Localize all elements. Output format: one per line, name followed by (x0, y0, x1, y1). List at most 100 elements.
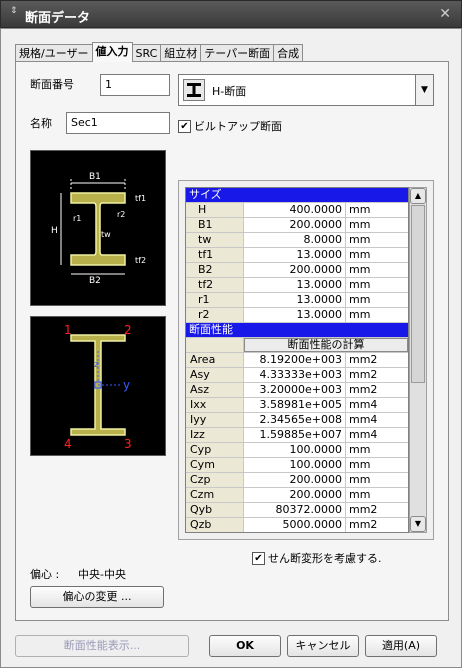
grip-icon[interactable]: ⇕ (10, 7, 20, 22)
dropdown-arrow-icon[interactable]: ▼ (415, 75, 433, 105)
table-row[interactable]: tf2 13.0000 mm (186, 278, 408, 293)
calc-row: 断面性能の計算 (186, 338, 408, 353)
name-label: 名称 (30, 117, 52, 130)
tab-composite[interactable]: 合成 (273, 44, 304, 62)
property-name: Asz (186, 383, 244, 397)
table-row[interactable]: r1 13.0000 mm (186, 293, 408, 308)
dim-b2-label: B2 (89, 276, 101, 286)
property-unit: mm (349, 233, 371, 246)
calc-properties-button[interactable]: 断面性能の計算 (244, 338, 408, 352)
table-row[interactable]: r2 13.0000 mm (186, 308, 408, 323)
dim-r1-label: r1 (73, 214, 81, 223)
dim-b1-label: B1 (89, 172, 101, 182)
built-up-check-icon: ✔ (178, 119, 191, 133)
table-row[interactable]: Cyp 100.0000 mm (186, 443, 408, 458)
property-value[interactable]: 1.59885e+007 (244, 428, 346, 442)
property-name: B1 (186, 218, 244, 232)
table-row[interactable]: Izz 1.59885e+007 mm4 (186, 428, 408, 443)
section-number-label: 断面番号 (30, 78, 74, 91)
dim-tw-label: tw (101, 230, 111, 239)
table-row[interactable]: Qyb 80372.0000 mm2 (186, 503, 408, 518)
dialog-body: 規格/ユーザー 値入力 SRC 組立材 テーパー断面 合成 断面番号 1 H-断… (0, 28, 462, 668)
tab-tapered[interactable]: テーパー断面 (200, 44, 275, 62)
tab-value-input[interactable]: 値入力 (91, 42, 133, 62)
dim-tf1-label: tf1 (135, 194, 146, 203)
property-value[interactable]: 400.0000 (244, 203, 346, 217)
table-row[interactable]: Qzb 5000.0000 mm2 (186, 518, 408, 532)
close-icon[interactable]: ✕ (439, 6, 451, 22)
property-name: Iyy (186, 413, 244, 427)
property-value[interactable]: 8.0000 (244, 233, 346, 247)
property-value[interactable]: 13.0000 (244, 308, 346, 322)
table-row[interactable]: B2 200.0000 mm (186, 263, 408, 278)
property-unit: mm (349, 248, 371, 261)
property-value[interactable]: 13.0000 (244, 278, 346, 292)
property-value[interactable]: 100.0000 (244, 458, 346, 472)
property-unit: mm (349, 308, 371, 321)
table-row[interactable]: B1 200.0000 mm (186, 218, 408, 233)
property-grid[interactable]: サイズ H 400.0000 mm B1 200.0000 mm tw 8.0000 mm tf1… (185, 187, 409, 533)
property-value[interactable]: 80372.0000 (244, 503, 346, 517)
change-eccentricity-button[interactable]: 偏心の変更 ... (30, 586, 164, 608)
property-name: r2 (186, 308, 244, 322)
property-value[interactable]: 100.0000 (244, 443, 346, 457)
axis-z-label: z (94, 360, 99, 370)
property-value[interactable]: 2.34565e+008 (244, 413, 346, 427)
property-value[interactable]: 13.0000 (244, 248, 346, 262)
property-unit: mm (349, 293, 371, 306)
property-name: tf1 (186, 248, 244, 262)
section-axes-diagram: z y 1 2 3 4 (30, 316, 166, 456)
table-row[interactable]: Iyy 2.34565e+008 mm4 (186, 413, 408, 428)
property-value[interactable]: 200.0000 (244, 263, 346, 277)
property-name: Area (186, 353, 244, 367)
table-row[interactable]: Area 8.19200e+003 mm2 (186, 353, 408, 368)
cancel-button[interactable]: キャンセル (287, 635, 359, 657)
tab-src[interactable]: SRC (131, 44, 162, 62)
property-value[interactable]: 4.33333e+003 (244, 368, 346, 382)
dim-r2-label: r2 (117, 210, 125, 219)
table-row[interactable]: H 400.0000 mm (186, 203, 408, 218)
property-value[interactable]: 8.19200e+003 (244, 353, 346, 367)
property-value[interactable]: 13.0000 (244, 293, 346, 307)
property-name: H (186, 203, 244, 217)
property-value[interactable]: 200.0000 (244, 488, 346, 502)
name-input[interactable]: Sec1 (66, 112, 170, 134)
props-section-header: 断面性能 (186, 323, 408, 338)
property-name: Czm (186, 488, 244, 502)
property-unit: mm (349, 458, 371, 471)
property-unit: mm2 (349, 368, 378, 381)
property-value[interactable]: 3.20000e+003 (244, 383, 346, 397)
table-row[interactable]: tw 8.0000 mm (186, 233, 408, 248)
table-row[interactable]: Cym 100.0000 mm (186, 458, 408, 473)
apply-button[interactable]: 適用(A) (365, 635, 437, 657)
property-unit: mm2 (349, 503, 378, 516)
property-value[interactable]: 3.58981e+005 (244, 398, 346, 412)
ok-button[interactable]: OK (209, 635, 281, 657)
property-value[interactable]: 200.0000 (244, 473, 346, 487)
property-name: Cyp (186, 443, 244, 457)
tab-built-up[interactable]: 組立材 (160, 44, 202, 62)
tab-standard-user[interactable]: 規格/ユーザー (15, 44, 93, 62)
eccentricity-label: 偏心 : (30, 568, 60, 581)
property-name: Qzb (186, 518, 244, 532)
section-number-input[interactable]: 1 (100, 74, 170, 96)
section-type-select[interactable]: H-断面 ▼ (178, 74, 434, 106)
dim-tf2-label: tf2 (135, 256, 146, 265)
table-row[interactable]: Czm 200.0000 mm (186, 488, 408, 503)
property-grid-frame: サイズ H 400.0000 mm B1 200.0000 mm tw 8.0000 mm tf1… (178, 180, 434, 540)
scroll-down-icon[interactable]: ▼ (410, 516, 426, 532)
property-value[interactable]: 5000.0000 (244, 518, 346, 532)
table-row[interactable]: tf1 13.0000 mm (186, 248, 408, 263)
scroll-thumb[interactable] (411, 205, 425, 383)
table-row[interactable]: Asz 3.20000e+003 mm2 (186, 383, 408, 398)
show-properties-button[interactable]: 断面性能表示... (15, 635, 189, 657)
property-value[interactable]: 200.0000 (244, 218, 346, 232)
table-row[interactable]: Czp 200.0000 mm (186, 473, 408, 488)
shear-deform-checkbox[interactable]: ✔ せん断変形を考慮する. (252, 550, 382, 566)
built-up-checkbox[interactable]: ✔ ビルトアップ断面 (178, 118, 282, 134)
table-row[interactable]: Asy 4.33333e+003 mm2 (186, 368, 408, 383)
table-row[interactable]: Ixx 3.58981e+005 mm4 (186, 398, 408, 413)
grid-scrollbar[interactable]: ▲ ▼ (409, 187, 427, 533)
property-name: Asy (186, 368, 244, 382)
scroll-up-icon[interactable]: ▲ (410, 188, 426, 204)
